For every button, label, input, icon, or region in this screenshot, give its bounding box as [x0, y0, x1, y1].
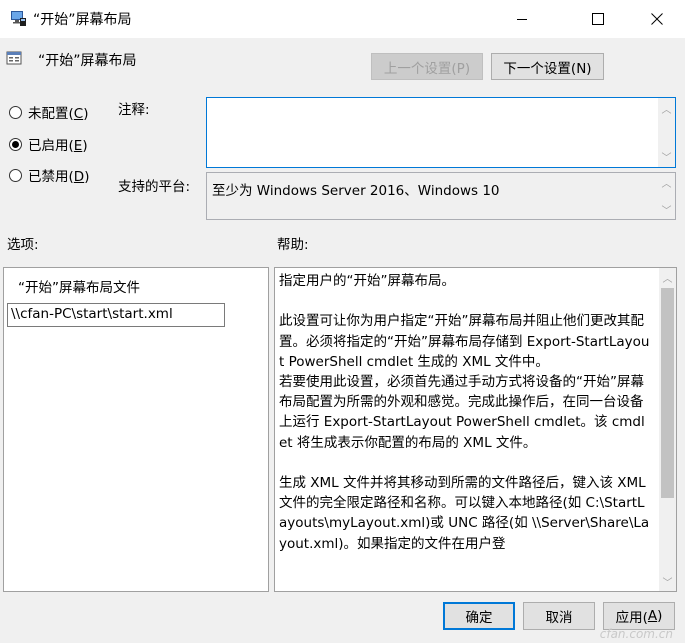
scroll-up-icon[interactable]: ︿ — [658, 174, 675, 191]
watermark: cfan.com.cn — [599, 627, 673, 641]
platform-label: 支持的平台: — [118, 179, 191, 195]
radio-circle[interactable] — [9, 105, 22, 119]
apply-button[interactable]: 应用(A) — [603, 602, 675, 630]
scroll-down-icon[interactable]: ﹀ — [658, 148, 675, 165]
maximize-icon — [592, 13, 604, 25]
radio-label: 已禁用(D) — [28, 169, 90, 185]
platform-value: 至少为 Windows Server 2016、Windows 10 — [212, 183, 500, 199]
close-icon — [651, 13, 663, 25]
radio-circle[interactable] — [9, 137, 22, 151]
help-label: 帮助: — [277, 237, 309, 253]
scroll-down-icon[interactable]: ﹀ — [658, 201, 675, 218]
maximize-button[interactable] — [575, 0, 621, 38]
help-pane: 指定用户的“开始”屏幕布局。 此设置可让你为用户指定“开始”屏幕布局并阻止他们更… — [274, 267, 677, 592]
scroll-up-icon[interactable]: ︿ — [658, 100, 675, 117]
scroll-down-icon[interactable]: ﹀ — [659, 573, 676, 590]
help-scrollbar[interactable]: ︿ ﹀ — [659, 268, 676, 591]
window-title: “开始”屏幕布局 — [33, 12, 132, 28]
comment-textarea[interactable]: ︿ ﹀ — [206, 97, 676, 168]
layout-file-path-input[interactable]: \\cfan-PC\start\start.xml — [7, 303, 225, 327]
policy-title: “开始”屏幕布局 — [38, 53, 137, 69]
scrollbar-thumb[interactable] — [661, 288, 674, 498]
close-button[interactable] — [634, 0, 680, 38]
policy-setting-icon — [6, 51, 22, 65]
platform-textarea: 至少为 Windows Server 2016、Windows 10 ︿ ﹀ — [206, 172, 676, 220]
radio-circle[interactable] — [9, 168, 22, 182]
radio-enabled[interactable]: 已启用(E) — [9, 134, 88, 154]
radio-not-configured[interactable]: 未配置(C) — [9, 102, 89, 122]
help-text: 指定用户的“开始”屏幕布局。 此设置可让你为用户指定“开始”屏幕布局并阻止他们更… — [279, 273, 650, 552]
group-policy-icon — [11, 11, 26, 26]
title-bar: “开始”屏幕布局 — [0, 0, 685, 38]
scroll-up-icon[interactable]: ︿ — [659, 269, 676, 286]
minimize-icon — [517, 19, 527, 20]
options-label: 选项: — [7, 237, 39, 253]
cancel-button[interactable]: 取消 — [523, 602, 595, 630]
comment-scrollbar[interactable]: ︿ ﹀ — [658, 98, 675, 167]
radio-disabled[interactable]: 已禁用(D) — [9, 165, 89, 185]
radio-label: 已启用(E) — [28, 138, 88, 154]
platform-scrollbar[interactable]: ︿ ﹀ — [658, 173, 675, 219]
minimize-button[interactable] — [499, 0, 545, 38]
comment-label: 注释: — [118, 102, 150, 118]
next-setting-button[interactable]: 下一个设置(N) — [491, 53, 604, 80]
previous-setting-button[interactable]: 上一个设置(P) — [371, 53, 483, 80]
layout-file-label: “开始”屏幕布局文件 — [18, 280, 140, 296]
ok-button[interactable]: 确定 — [443, 602, 515, 630]
radio-label: 未配置(C) — [28, 106, 89, 122]
